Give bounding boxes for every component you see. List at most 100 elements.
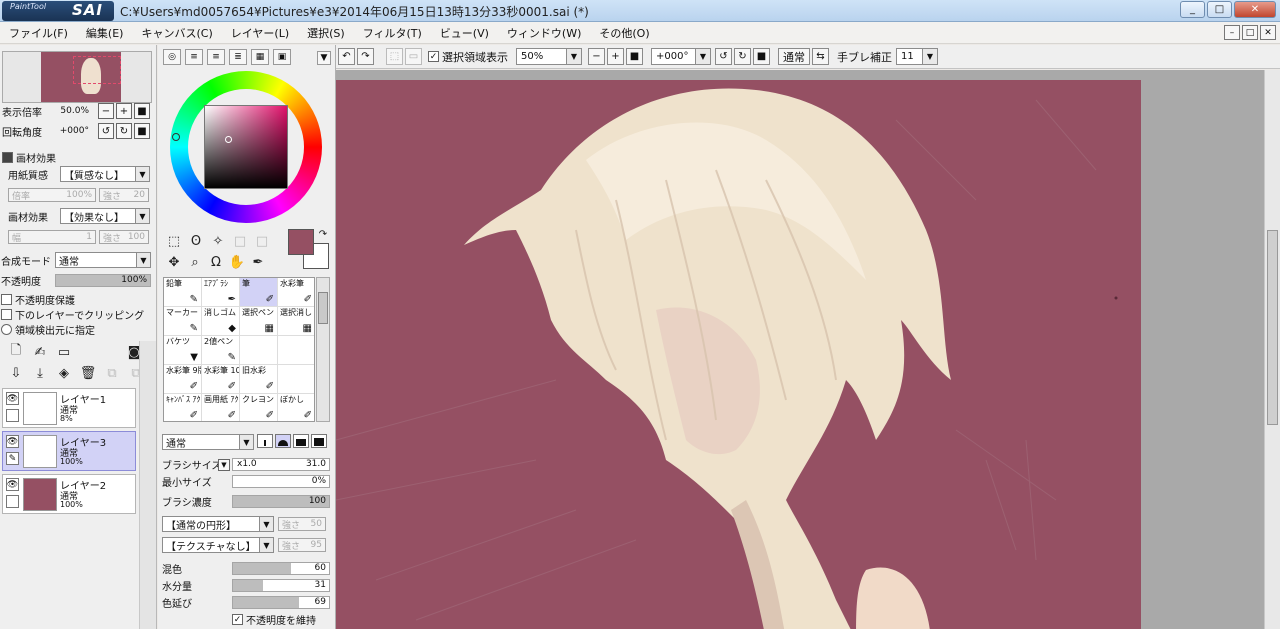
trash-icon[interactable]: 🗑 [80, 365, 97, 381]
menu-canvas[interactable]: キャンバス(C) [132, 25, 221, 41]
swatches-tab[interactable]: ▦ [251, 49, 269, 65]
canvas-viewport[interactable] [336, 70, 1264, 629]
canvas-vertical-scrollbar[interactable] [1264, 70, 1280, 629]
display-mode-button[interactable]: 通常 [778, 48, 810, 65]
layer-scrollbar[interactable] [139, 341, 156, 629]
zoom-out-button[interactable]: − [98, 103, 114, 119]
tool-grid-scrollbar[interactable] [316, 277, 330, 422]
clip-lower-row[interactable]: 下のレイヤーでクリッピング [1, 307, 144, 322]
doc-minimize-button[interactable]: – [1224, 25, 1240, 40]
layer-opacity-slider[interactable]: 100% [55, 274, 151, 287]
canvas-scroll-thumb[interactable] [1267, 230, 1278, 425]
eye-icon[interactable]: 👁 [6, 435, 19, 448]
tool-cell[interactable] [278, 365, 314, 394]
color-wheel-tab[interactable]: ◎ [163, 49, 181, 65]
tool-cell[interactable]: クレヨン ✐ [240, 394, 278, 421]
zoom-icon[interactable]: ⌕ [187, 254, 203, 270]
eye-icon[interactable]: 👁 [6, 392, 19, 405]
brush-shape-select[interactable]: 【通常の円形】 ▼ [162, 516, 274, 532]
tool-cell[interactable]: 水彩筆 10版 ✐ [202, 365, 240, 394]
selection-source-row[interactable]: 領域検出元に指定 [1, 322, 95, 337]
layer-item-1[interactable]: 👁 レイヤー1 通常 8% [2, 388, 136, 428]
brush-size-slider[interactable]: x1.0 31.0 [232, 458, 330, 471]
tip-medium-button[interactable] [293, 434, 309, 448]
tool-cell[interactable]: 水彩筆 ✐ [278, 278, 314, 307]
sv-cursor[interactable] [225, 136, 232, 143]
layer-item-2[interactable]: 👁 レイヤー2 通常 100% [2, 474, 136, 514]
menu-other[interactable]: その他(O) [590, 25, 658, 41]
zoom-select[interactable]: 50% ▼ [516, 48, 582, 65]
canvas-rotate-reset-button[interactable]: ■ [753, 48, 770, 65]
tip-sharp-button[interactable] [257, 434, 273, 448]
menu-file[interactable]: ファイル(F) [0, 25, 77, 41]
clear-layer-icon[interactable]: ◈ [56, 365, 72, 381]
canvas-zoom-in-button[interactable]: + [607, 48, 624, 65]
tool-cell[interactable]: ｴｱﾌﾞﾗｼ ✒ [202, 278, 240, 307]
tool-grid-scroll-thumb[interactable] [318, 292, 328, 324]
scratchpad-tab[interactable]: ▣ [273, 49, 291, 65]
stabilizer-select[interactable]: 11 ▼ [896, 48, 938, 65]
tool-cell[interactable]: ぼかし ✐ [278, 394, 314, 421]
tool-cell[interactable]: 2値ペン ✎ [202, 336, 240, 365]
deselect-button[interactable]: ⬚ [386, 48, 403, 65]
protect-opacity-row[interactable]: 不透明度保護 [1, 292, 75, 307]
tool-cell[interactable]: 選択ペン ▦ [240, 307, 278, 336]
layer-lock-toggle[interactable] [6, 495, 19, 508]
transfer-down-icon[interactable]: ⇩ [8, 365, 24, 381]
tool-cell[interactable]: 水彩筆 9版 ✐ [164, 365, 202, 394]
rotation-value[interactable]: +000° [46, 124, 92, 138]
merge-visible-icon[interactable]: ⧉ [104, 365, 120, 381]
doc-close-button[interactable]: ✕ [1260, 25, 1276, 40]
primary-color-swatch[interactable] [288, 229, 314, 255]
tool-cell[interactable]: 鉛筆 ✎ [164, 278, 202, 307]
canvas-rotate-left-button[interactable]: ↺ [715, 48, 732, 65]
navigator-preview[interactable] [2, 51, 152, 103]
close-button[interactable]: ✕ [1234, 1, 1276, 18]
water-slider[interactable]: 31 [232, 579, 330, 592]
brush-texture-select[interactable]: 【テクスチャなし】 ▼ [162, 537, 274, 553]
brush-icon[interactable]: ✎ [6, 452, 19, 465]
tip-hard-button[interactable] [311, 434, 327, 448]
rgb-slider-tab[interactable]: ≡ [185, 49, 203, 65]
menu-edit[interactable]: 編集(E) [77, 25, 133, 41]
keep-opacity-row[interactable]: ✓ 不透明度を維持 [232, 612, 316, 627]
canvas-zoom-reset-button[interactable]: ■ [626, 48, 643, 65]
magic-wand-icon[interactable]: ✧ [210, 233, 226, 249]
size-multiplier-button[interactable]: ▼ [218, 458, 230, 471]
swap-colors-icon[interactable]: ↷ [318, 229, 328, 240]
doc-restore-button[interactable]: □ [1242, 25, 1258, 40]
tool-cell[interactable] [240, 336, 278, 365]
zoom-value[interactable]: 50.0% [46, 104, 92, 118]
flip-horizontal-button[interactable]: ⇆ [812, 48, 829, 65]
tip-soft-button[interactable] [275, 434, 291, 448]
tool-cell[interactable]: 消しゴム ◆ [202, 307, 240, 336]
keep-opacity-checkbox[interactable]: ✓ [232, 614, 243, 625]
canvas-zoom-out-button[interactable]: − [588, 48, 605, 65]
clip-lower-checkbox[interactable] [1, 309, 12, 320]
tool-cell[interactable]: バケツ ▼ [164, 336, 202, 365]
menu-layer[interactable]: レイヤー(L) [222, 25, 298, 41]
canvas-rotate-right-button[interactable]: ↻ [734, 48, 751, 65]
hue-cursor[interactable] [172, 133, 180, 141]
zoom-reset-button[interactable]: ■ [134, 103, 150, 119]
tool-cell[interactable]: マーカー ✎ [164, 307, 202, 336]
saturation-value-box[interactable] [204, 105, 288, 189]
rotate-right-button[interactable]: ↻ [116, 123, 132, 139]
merge-down-icon[interactable]: ⤓ [32, 365, 48, 381]
new-linework-layer-icon[interactable]: ✍ [32, 344, 48, 360]
eyedropper-icon[interactable]: ✒ [250, 254, 266, 270]
eye-icon[interactable]: 👁 [6, 478, 19, 491]
layer-item-3[interactable]: 👁 ✎ レイヤー3 通常 100% [2, 431, 136, 471]
menu-view[interactable]: ビュー(V) [431, 25, 498, 41]
panel-menu-button[interactable]: ▼ [317, 51, 331, 65]
lasso-icon[interactable]: ʘ [188, 233, 204, 249]
hue-ring[interactable] [170, 71, 322, 223]
effect-select[interactable]: 【効果なし】 ▼ [60, 208, 150, 224]
density-slider[interactable]: 100 [232, 495, 330, 508]
minimize-button[interactable]: _ [1180, 1, 1205, 18]
material-header[interactable]: 画材効果 [2, 150, 56, 165]
blend-slider[interactable]: 60 [232, 562, 330, 575]
new-layer-icon[interactable]: 🗋 [8, 343, 24, 360]
layer-lock-toggle[interactable] [6, 409, 19, 422]
tool-cell[interactable]: 筆 ✐ [240, 278, 278, 307]
